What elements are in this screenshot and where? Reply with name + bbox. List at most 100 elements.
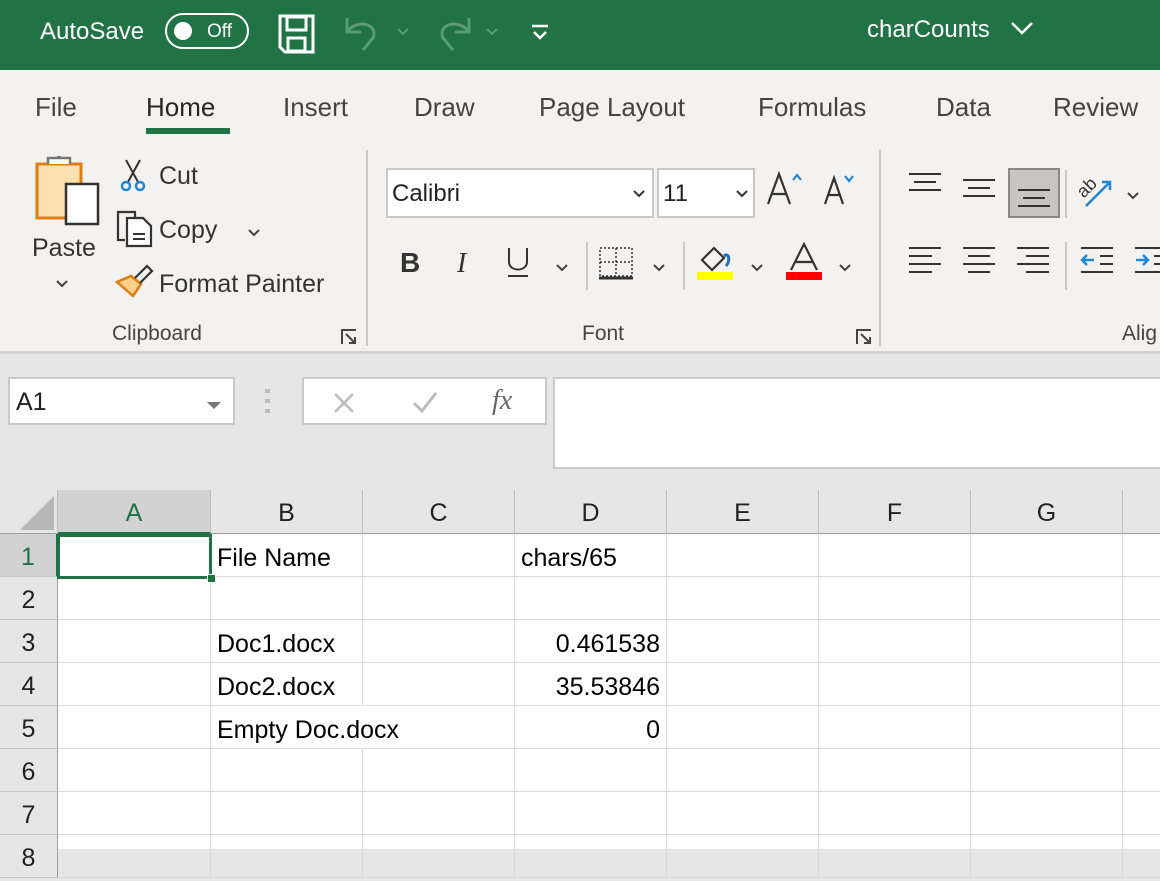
cell-d2[interactable]: [515, 577, 667, 620]
cell-h5[interactable]: [1123, 706, 1160, 749]
cell-c6[interactable]: [363, 749, 515, 792]
tab-formulas[interactable]: Formulas: [758, 92, 866, 123]
orientation-icon[interactable]: ab: [1072, 170, 1118, 215]
cell-b5[interactable]: Empty Doc.docx: [211, 706, 399, 749]
font-color-icon[interactable]: [785, 241, 823, 287]
cell-h3[interactable]: [1123, 620, 1160, 663]
cell-c1[interactable]: [363, 534, 515, 577]
cell-e4[interactable]: [667, 663, 819, 706]
cell-c2[interactable]: [363, 577, 515, 620]
font-dialog-launcher-icon[interactable]: [855, 328, 873, 351]
cell-a4[interactable]: [58, 663, 211, 706]
cell-c8[interactable]: [363, 835, 515, 878]
tab-file[interactable]: File: [35, 92, 77, 123]
cell-d1[interactable]: chars/65: [515, 534, 667, 577]
bottom-align-button[interactable]: [1008, 168, 1060, 218]
cell-g7[interactable]: [971, 792, 1123, 835]
tab-draw[interactable]: Draw: [414, 92, 475, 123]
row-header-7[interactable]: 7: [0, 792, 58, 835]
cell-d5[interactable]: 0: [515, 706, 667, 749]
italic-icon[interactable]: I: [455, 246, 475, 281]
cell-f8[interactable]: [819, 835, 971, 878]
cell-e3[interactable]: [667, 620, 819, 663]
insert-function-icon[interactable]: fx: [492, 385, 512, 417]
cell-h7[interactable]: [1123, 792, 1160, 835]
tab-insert[interactable]: Insert: [283, 92, 348, 123]
cell-c7[interactable]: [363, 792, 515, 835]
enter-checkmark-icon[interactable]: [412, 389, 438, 420]
tab-page-layout[interactable]: Page Layout: [539, 92, 685, 123]
cell-a5[interactable]: [58, 706, 211, 749]
borders-icon[interactable]: [598, 246, 634, 285]
cell-b3[interactable]: Doc1.docx: [211, 620, 363, 663]
cell-e6[interactable]: [667, 749, 819, 792]
undo-dropdown-icon[interactable]: [396, 24, 410, 42]
cell-b4[interactable]: Doc2.docx: [211, 663, 363, 706]
document-title[interactable]: charCounts: [867, 16, 990, 44]
undo-icon[interactable]: [343, 14, 383, 59]
increase-indent-icon[interactable]: [1134, 246, 1160, 283]
column-header-a[interactable]: A: [58, 490, 211, 534]
row-header-3[interactable]: 3: [0, 620, 58, 663]
underline-dropdown-icon[interactable]: [555, 260, 569, 278]
cell-f7[interactable]: [819, 792, 971, 835]
fill-handle[interactable]: [207, 574, 216, 583]
column-header-e[interactable]: E: [667, 490, 819, 534]
cell-d8[interactable]: [515, 835, 667, 878]
cell-b1[interactable]: File Name: [211, 534, 363, 577]
cell-a7[interactable]: [58, 792, 211, 835]
cell-f1[interactable]: [819, 534, 971, 577]
align-right-icon[interactable]: [1016, 246, 1050, 283]
font-color-dropdown-icon[interactable]: [838, 260, 852, 278]
align-left-icon[interactable]: [908, 246, 942, 283]
column-header-g[interactable]: G: [971, 490, 1123, 534]
cell-h2[interactable]: [1123, 577, 1160, 620]
column-header-b[interactable]: B: [211, 490, 363, 534]
font-size-combo[interactable]: 11: [657, 168, 755, 218]
cell-h6[interactable]: [1123, 749, 1160, 792]
cell-f4[interactable]: [819, 663, 971, 706]
cell-g5[interactable]: [971, 706, 1123, 749]
cell-e5[interactable]: [667, 706, 819, 749]
increase-font-size-icon[interactable]: [766, 170, 806, 211]
cell-g1[interactable]: [971, 534, 1123, 577]
row-header-1[interactable]: 1: [0, 534, 58, 577]
borders-dropdown-icon[interactable]: [652, 260, 666, 278]
middle-align-icon[interactable]: [962, 178, 996, 207]
cell-a8[interactable]: [58, 835, 211, 878]
cell-h8[interactable]: [1123, 835, 1160, 878]
fill-color-icon[interactable]: [696, 242, 734, 287]
paste-dropdown-icon[interactable]: [55, 276, 69, 294]
fill-color-dropdown-icon[interactable]: [750, 260, 764, 278]
cell-e7[interactable]: [667, 792, 819, 835]
name-box[interactable]: A1: [8, 377, 235, 425]
decrease-indent-icon[interactable]: [1080, 246, 1114, 283]
cell-a2[interactable]: [58, 577, 211, 620]
formula-bar-resize-handle-icon[interactable]: [264, 387, 272, 420]
column-header-c[interactable]: C: [363, 490, 515, 534]
orientation-dropdown-icon[interactable]: [1126, 188, 1140, 206]
save-icon[interactable]: [278, 14, 316, 59]
row-header-8[interactable]: 8: [0, 835, 58, 878]
cell-g3[interactable]: [971, 620, 1123, 663]
cell-g8[interactable]: [971, 835, 1123, 878]
clipboard-dialog-launcher-icon[interactable]: [340, 328, 358, 351]
formula-input[interactable]: [553, 377, 1160, 469]
cell-b2[interactable]: [211, 577, 363, 620]
cell-g6[interactable]: [971, 749, 1123, 792]
font-size-dropdown-icon[interactable]: [735, 186, 749, 204]
underline-icon[interactable]: [506, 246, 530, 283]
redo-icon[interactable]: [433, 14, 473, 59]
cell-c4[interactable]: [363, 663, 515, 706]
row-header-4[interactable]: 4: [0, 663, 58, 706]
active-cell-a1[interactable]: [57, 534, 212, 579]
name-box-dropdown-icon[interactable]: [206, 398, 222, 416]
column-header-f[interactable]: F: [819, 490, 971, 534]
cell-f5[interactable]: [819, 706, 971, 749]
column-header-d[interactable]: D: [515, 490, 667, 534]
tab-review[interactable]: Review: [1053, 92, 1138, 123]
cell-a3[interactable]: [58, 620, 211, 663]
cell-b8[interactable]: [211, 835, 363, 878]
customize-qat-icon[interactable]: [530, 24, 550, 47]
cell-b7[interactable]: [211, 792, 363, 835]
